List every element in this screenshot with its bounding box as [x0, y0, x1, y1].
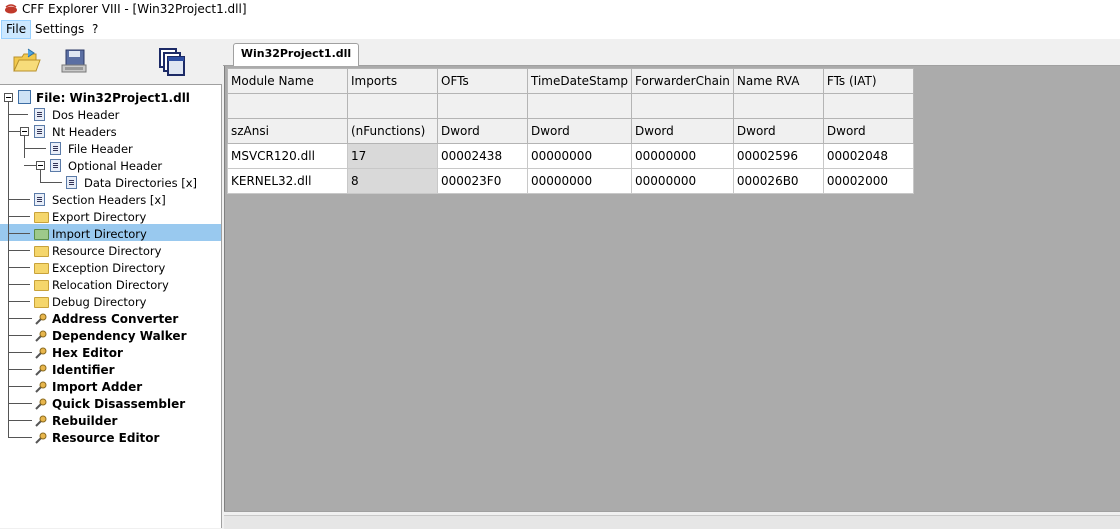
document-tab-strip: Win32Project1.dll — [223, 39, 1120, 66]
import-directory-table: Module Name Imports OFTs TimeDateStamp F… — [227, 68, 914, 194]
column-header[interactable]: Name RVA — [732, 68, 824, 94]
table-row[interactable]: KERNEL32.dll 8 000023F0 00000000 0000000… — [227, 168, 914, 194]
table-cell[interactable]: 8 — [347, 168, 438, 194]
blank-header-cell — [437, 93, 528, 119]
column-header[interactable]: OFTs — [437, 68, 528, 94]
menu-help[interactable]: ? — [88, 21, 102, 38]
document-icon — [34, 125, 45, 138]
folder-icon — [34, 212, 49, 223]
table-row[interactable]: MSVCR120.dll 17 00002438 00000000 000000… — [227, 143, 914, 169]
windows-cascade-icon[interactable] — [156, 45, 188, 77]
folder-icon — [34, 263, 49, 274]
column-header[interactable]: Module Name — [227, 68, 348, 94]
table-cell[interactable]: 00002000 — [822, 168, 914, 194]
type-cell: szAnsi — [227, 118, 348, 144]
menu-file[interactable]: File — [1, 20, 32, 39]
collapse-optional-header-icon[interactable] — [36, 161, 45, 170]
column-header[interactable]: TimeDateStamp — [526, 68, 633, 94]
open-folder-icon — [34, 229, 49, 240]
document-icon — [66, 176, 77, 189]
tool-wrench-icon — [35, 330, 47, 342]
tool-wrench-icon — [35, 432, 47, 444]
toolbar — [0, 39, 222, 84]
document-icon — [50, 159, 61, 172]
table-cell[interactable]: 00002048 — [822, 143, 914, 169]
document-icon — [34, 108, 45, 121]
tool-wrench-icon — [35, 415, 47, 427]
bottom-panel — [224, 511, 1120, 529]
blank-header-cell — [347, 93, 438, 119]
collapse-root-icon[interactable] — [4, 93, 13, 102]
window-title: CFF Explorer VIII - [Win32Project1.dll] — [22, 2, 247, 16]
document-icon — [50, 142, 61, 155]
folder-icon — [34, 280, 49, 291]
collapse-nt-headers-icon[interactable] — [20, 127, 29, 136]
blank-header-cell — [526, 93, 633, 119]
table-cell[interactable]: 00002438 — [437, 143, 528, 169]
blank-header-cell — [227, 93, 348, 119]
document-icon — [34, 193, 45, 206]
save-disk-icon[interactable] — [58, 45, 90, 77]
blank-header-cell — [631, 93, 734, 119]
app-logo-icon — [5, 4, 17, 14]
table-cell[interactable]: 00000000 — [526, 168, 633, 194]
table-cell[interactable]: 00000000 — [631, 168, 734, 194]
table-cell[interactable]: KERNEL32.dll — [227, 168, 348, 194]
tool-wrench-icon — [35, 364, 47, 376]
table-cell[interactable]: 00002596 — [732, 143, 824, 169]
column-header[interactable]: ForwarderChain — [631, 68, 734, 94]
tool-wrench-icon — [35, 347, 47, 359]
file-icon — [18, 90, 31, 104]
title-bar: CFF Explorer VIII - [Win32Project1.dll] — [0, 0, 1120, 20]
table-cell[interactable]: 17 — [347, 143, 438, 169]
blank-header-cell — [822, 93, 914, 119]
type-cell: Dword — [631, 118, 734, 144]
table-cell[interactable]: 00000000 — [526, 143, 633, 169]
table-cell[interactable]: 00000000 — [631, 143, 734, 169]
open-folder-icon[interactable] — [10, 45, 42, 77]
table-cell[interactable]: MSVCR120.dll — [227, 143, 348, 169]
table-type-row: szAnsi (nFunctions) Dword Dword Dword Dw… — [227, 118, 914, 144]
blank-header-cell — [732, 93, 824, 119]
tab-win32project1[interactable]: Win32Project1.dll — [233, 43, 359, 66]
table-header-row: Module Name Imports OFTs TimeDateStamp F… — [227, 68, 914, 94]
folder-icon — [34, 246, 49, 257]
table-cell[interactable]: 000026B0 — [732, 168, 824, 194]
column-header[interactable]: Imports — [347, 68, 438, 94]
tool-wrench-icon — [35, 381, 47, 393]
column-header[interactable]: FTs (IAT) — [822, 68, 914, 94]
table-cell[interactable]: 000023F0 — [437, 168, 528, 194]
navigation-tree: File: Win32Project1.dll Dos Header Nt He… — [0, 84, 222, 528]
type-cell: Dword — [822, 118, 914, 144]
tool-wrench-icon — [35, 398, 47, 410]
import-directory-grid-area: Module Name Imports OFTs TimeDateStamp F… — [224, 66, 1120, 511]
tool-wrench-icon — [35, 313, 47, 325]
table-blank-header-row — [227, 93, 914, 119]
menu-settings[interactable]: Settings — [31, 21, 88, 38]
menu-bar: File Settings ? — [0, 20, 1120, 39]
type-cell: Dword — [732, 118, 824, 144]
type-cell: (nFunctions) — [347, 118, 438, 144]
type-cell: Dword — [526, 118, 633, 144]
type-cell: Dword — [437, 118, 528, 144]
folder-icon — [34, 297, 49, 308]
